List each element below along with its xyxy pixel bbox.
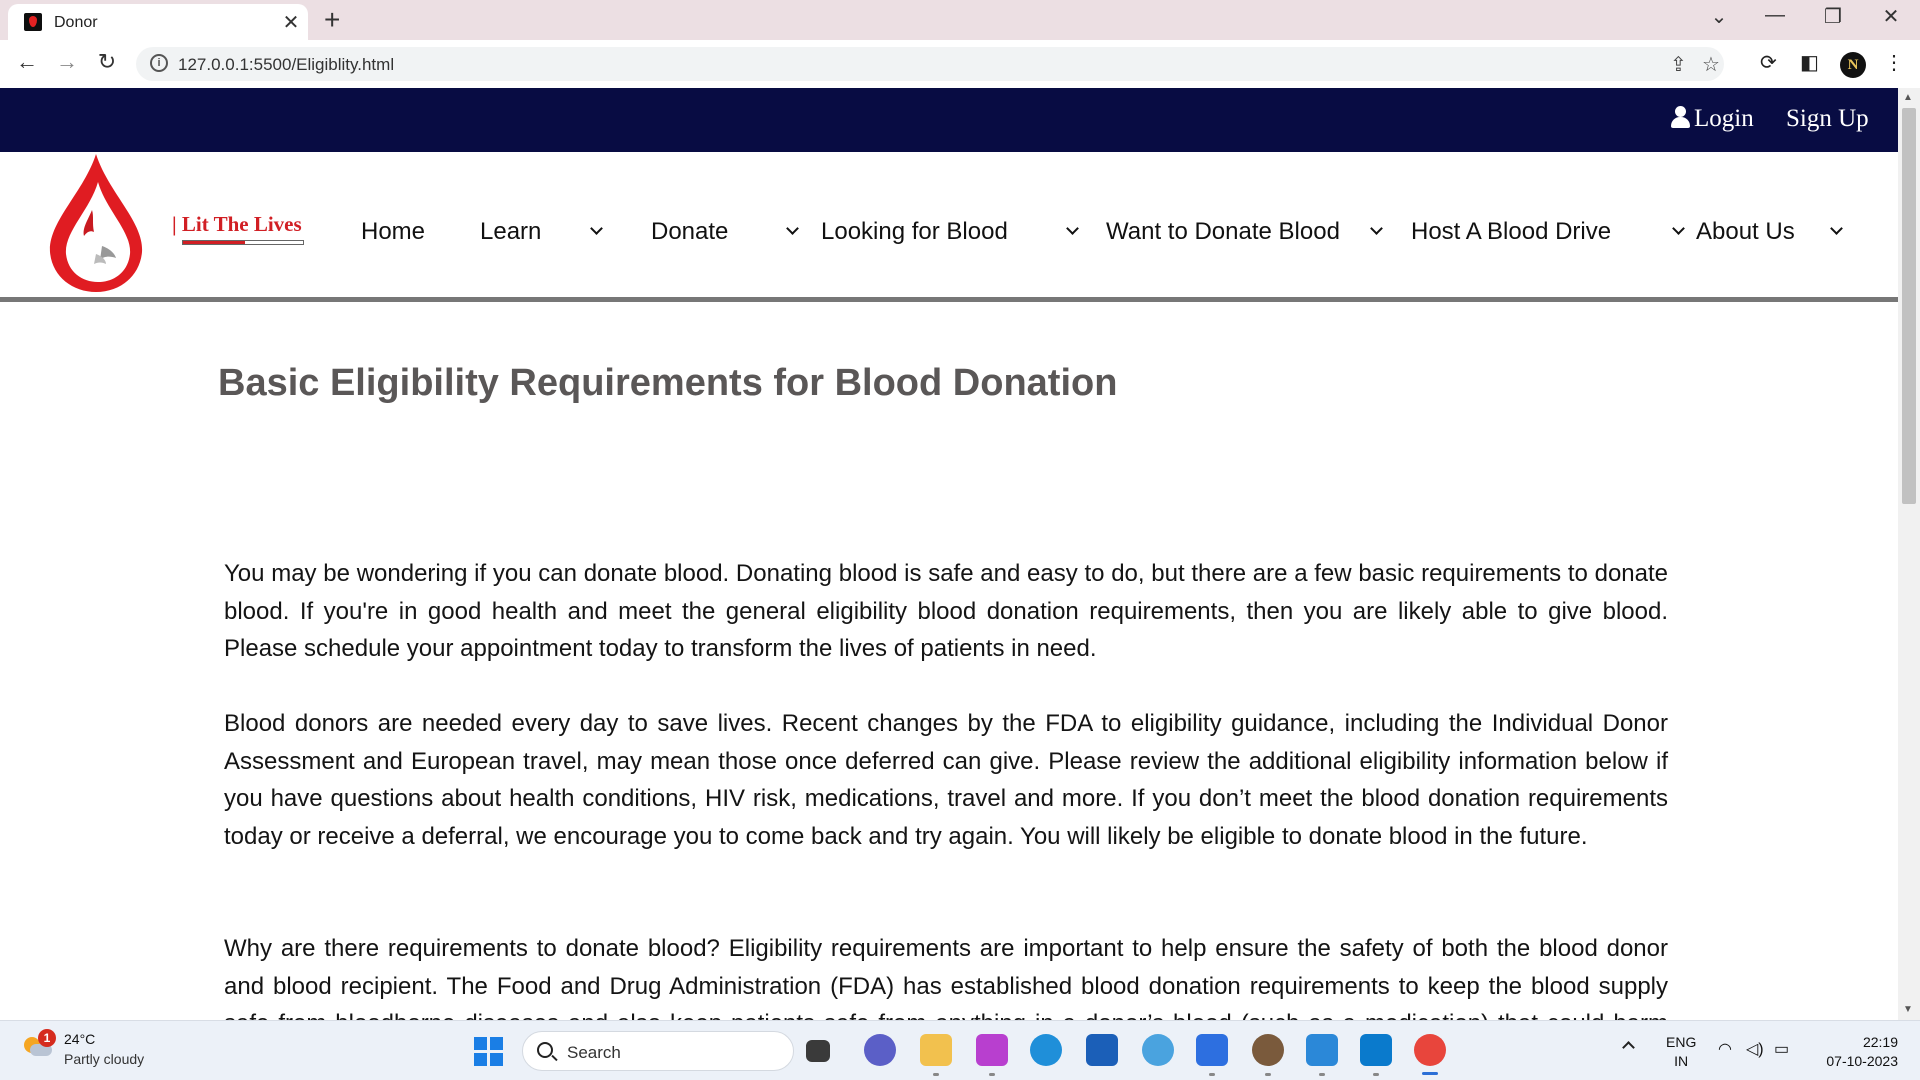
clock-date: 07-10-2023 — [1826, 1053, 1898, 1069]
scroll-down-icon[interactable]: ▼ — [1903, 1004, 1913, 1015]
site-info-icon[interactable]: i — [150, 54, 168, 72]
running-indicator — [1319, 1073, 1325, 1076]
chevron-down-icon[interactable] — [590, 220, 602, 240]
scroll-thumb[interactable] — [1902, 108, 1916, 504]
clock-time: 22:19 — [1862, 1034, 1898, 1050]
requirements-paragraph: Why are there requirements to donate blo… — [224, 935, 1668, 1020]
main-navigation: | Lit The Lives Home Learn Donate Lookin… — [0, 152, 1898, 302]
weather-temperature[interactable]: 24°C — [64, 1031, 95, 1047]
side-panel-icon[interactable]: ◧ — [1800, 50, 1819, 75]
help-icon[interactable] — [1142, 1034, 1174, 1066]
lang-code: ENG — [1666, 1034, 1697, 1050]
blood-drop-logo[interactable] — [44, 152, 148, 292]
taskbar-search[interactable]: Search — [522, 1031, 794, 1071]
share-icon[interactable]: ⇪ — [1670, 52, 1687, 77]
language-indicator[interactable]: ENG IN — [1666, 1033, 1696, 1071]
nav-item-about-us[interactable]: About Us — [1696, 218, 1795, 246]
running-indicator — [1209, 1073, 1215, 1076]
new-tab-button[interactable]: + — [324, 4, 340, 36]
chevron-down-icon[interactable] — [1066, 220, 1078, 240]
tab-close-button[interactable]: ✕ — [280, 10, 302, 35]
running-indicator — [989, 1073, 995, 1076]
start-button[interactable] — [474, 1037, 504, 1067]
running-indicator — [1265, 1073, 1271, 1076]
menu-kebab-icon[interactable]: ⋮ — [1884, 50, 1904, 75]
chat-icon[interactable] — [864, 1034, 896, 1066]
remote-app-icon[interactable] — [1196, 1034, 1228, 1066]
extension-icon[interactable]: ⟳ — [1760, 50, 1777, 75]
wifi-icon[interactable]: ◠ — [1718, 1039, 1732, 1059]
nav-item-host-blood-drive[interactable]: Host A Blood Drive — [1411, 218, 1611, 246]
windows-taskbar: 1 24°C Partly cloudy Search ENG IN ◠ ◁) … — [0, 1020, 1920, 1080]
page-viewport: Login Sign Up | Lit The Lives Home Learn… — [0, 88, 1898, 1020]
signup-link[interactable]: Sign Up — [1786, 105, 1869, 133]
address-bar[interactable]: i 127.0.0.1:5500/Eligiblity.html ⇪ ☆ — [136, 47, 1724, 81]
tab-title: Donor — [54, 14, 98, 31]
nav-item-learn[interactable]: Learn — [480, 218, 541, 246]
browser-tabstrip: Donor ✕ + ⌄ — ❐ ✕ — [0, 0, 1920, 40]
scroll-up-icon[interactable]: ▲ — [1903, 92, 1913, 103]
site-topbar: Login Sign Up — [0, 88, 1898, 152]
volume-icon[interactable]: ◁) — [1746, 1039, 1764, 1059]
app-icon-brown[interactable] — [1252, 1034, 1284, 1066]
brand-underline — [182, 240, 304, 245]
chevron-down-icon[interactable] — [1830, 220, 1842, 240]
back-arrow-icon[interactable]: ← — [12, 49, 42, 75]
store-icon[interactable] — [1086, 1034, 1118, 1066]
nav-item-donate[interactable]: Donate — [651, 218, 728, 246]
login-link[interactable]: Login — [1694, 105, 1754, 133]
chevron-down-icon[interactable] — [1370, 220, 1382, 240]
app-icon-purple[interactable] — [976, 1034, 1008, 1066]
chevron-down-icon[interactable] — [1672, 220, 1684, 240]
close-window-button[interactable]: ✕ — [1876, 4, 1906, 29]
chevron-down-icon[interactable] — [786, 220, 798, 240]
bookmark-star-icon[interactable]: ☆ — [1702, 52, 1720, 77]
url-text[interactable]: 127.0.0.1:5500/Eligiblity.html — [178, 55, 394, 75]
reload-icon[interactable]: ↻ — [92, 49, 122, 75]
tab-search-button[interactable]: ⌄ — [1704, 4, 1734, 29]
task-view-icon[interactable] — [806, 1040, 830, 1062]
tray-chevron-up-icon[interactable] — [1622, 1039, 1634, 1051]
favicon-icon — [24, 13, 42, 31]
weather-badge: 1 — [38, 1029, 56, 1047]
nav-item-want-to-donate[interactable]: Want to Donate Blood — [1106, 218, 1340, 246]
edge-browser-icon[interactable] — [1030, 1034, 1062, 1066]
running-indicator — [1373, 1073, 1379, 1076]
region-code: IN — [1674, 1053, 1689, 1069]
nav-item-looking-for-blood[interactable]: Looking for Blood — [821, 218, 1008, 246]
page-title: Basic Eligibility Requirements for Blood… — [218, 362, 1118, 404]
weather-description[interactable]: Partly cloudy — [64, 1051, 144, 1067]
running-indicator — [933, 1073, 939, 1076]
restore-button[interactable]: ❐ — [1818, 4, 1848, 29]
file-explorer-icon[interactable] — [920, 1034, 952, 1066]
forward-arrow-icon[interactable]: → — [52, 49, 82, 75]
chrome-icon[interactable] — [1414, 1034, 1446, 1075]
system-clock[interactable]: 22:19 07-10-2023 — [1818, 1033, 1898, 1071]
browser-toolbar: ← → ↻ i 127.0.0.1:5500/Eligiblity.html ⇪… — [0, 40, 1920, 88]
search-label: Search — [567, 1043, 621, 1062]
page-scrollbar[interactable]: ▲ ▼ — [1898, 88, 1920, 1020]
profile-avatar[interactable]: N — [1840, 52, 1866, 78]
nav-item-home[interactable]: Home — [361, 218, 425, 246]
minimize-button[interactable]: — — [1760, 4, 1790, 27]
vscode-icon[interactable] — [1360, 1034, 1392, 1066]
user-icon — [1670, 106, 1690, 130]
search-icon — [537, 1042, 553, 1058]
fda-paragraph: Blood donors are needed every day to sav… — [224, 710, 1668, 850]
brand-name[interactable]: | Lit The Lives — [172, 212, 302, 237]
paint-icon[interactable] — [1306, 1034, 1338, 1066]
battery-icon[interactable]: ▭ — [1774, 1039, 1789, 1059]
browser-tab[interactable]: Donor ✕ — [8, 4, 308, 40]
intro-paragraph: You may be wondering if you can donate b… — [224, 560, 1668, 662]
